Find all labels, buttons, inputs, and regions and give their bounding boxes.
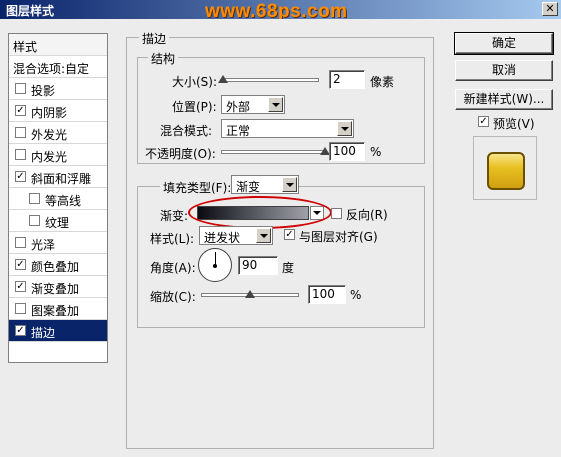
chevron-down-icon[interactable] (256, 228, 271, 243)
opacity-label: 不透明度(O): (145, 147, 216, 161)
style-item-checkbox[interactable] (15, 149, 26, 160)
style-item-checkbox[interactable]: ✓ (15, 281, 26, 292)
scale-label: 缩放(C): (150, 290, 196, 304)
position-select[interactable]: 外部 (221, 95, 285, 114)
chevron-down-icon[interactable] (337, 121, 352, 136)
fill-type-label: 填充类型(F): (160, 179, 235, 196)
opacity-input[interactable]: 100 (329, 142, 365, 161)
style-item-label: 投影 (31, 84, 56, 98)
gradient-style-select[interactable]: 迸发状 (199, 226, 273, 245)
style-item-checkbox[interactable]: ✓ (15, 325, 26, 336)
style-item-label: 描边 (31, 326, 56, 340)
size-label: 大小(S): (172, 75, 218, 89)
scale-slider-thumb[interactable] (245, 290, 255, 298)
reverse-checkbox[interactable] (331, 208, 342, 219)
new-style-button[interactable]: 新建样式(W)... (455, 89, 553, 110)
scale-input[interactable]: 100 (308, 285, 346, 304)
style-item[interactable]: ✓ 颜色叠加 (9, 254, 107, 276)
fill-type-select[interactable]: 渐变 (231, 175, 299, 194)
fill-type-value: 渐变 (236, 180, 261, 194)
style-item[interactable]: 投影 (9, 78, 107, 100)
style-item-checkbox[interactable] (15, 83, 26, 94)
style-item-label: 等高线 (45, 194, 82, 208)
angle-label: 角度(A): (150, 261, 196, 275)
size-slider[interactable] (221, 78, 319, 82)
gradient-label: 渐变: (160, 209, 189, 223)
style-item[interactable]: 纹理 (9, 210, 107, 232)
structure-title: 结构 (148, 50, 179, 67)
position-label: 位置(P): (172, 100, 217, 114)
gradient-style-value: 迸发状 (204, 231, 241, 245)
scale-unit: % (350, 288, 362, 302)
opacity-slider[interactable] (221, 150, 325, 154)
angle-center-dot (213, 264, 217, 268)
style-item[interactable]: ✓ 渐变叠加 (9, 276, 107, 298)
style-item-checkbox[interactable] (15, 303, 26, 314)
style-item[interactable]: ✓ 描边 (9, 320, 107, 342)
style-item-checkbox[interactable] (29, 215, 40, 226)
style-item-checkbox[interactable] (15, 237, 26, 248)
styles-header-label: 样式 (13, 40, 38, 54)
preview-checkbox[interactable]: ✓ (478, 116, 489, 127)
style-item-checkbox[interactable]: ✓ (15, 259, 26, 270)
highlight-ellipse (188, 196, 332, 229)
style-item-label: 内发光 (31, 150, 68, 164)
reverse-label: 反向(R) (346, 208, 388, 222)
ok-button[interactable]: 确定 (454, 32, 554, 55)
style-item-label: 外发光 (31, 128, 68, 142)
style-item[interactable]: 等高线 (9, 188, 107, 210)
style-preview (473, 136, 537, 200)
styles-header[interactable]: 样式 (9, 34, 107, 56)
size-input[interactable]: 2 (329, 70, 365, 89)
style-item-label: 光泽 (31, 238, 56, 252)
dialog-content: 样式 混合选项:自定 投影 ✓ 内阴影外发光内发光 ✓ 斜面和浮雕等高线纹理光泽 ✓ 颜色叠… (0, 19, 561, 457)
style-item-checkbox[interactable]: ✓ (15, 105, 26, 116)
style-item-checkbox[interactable] (29, 193, 40, 204)
preview-label: 预览(V) (493, 117, 535, 131)
style-label: 样式(L): (150, 232, 195, 246)
style-item[interactable]: ✓ 内阴影 (9, 100, 107, 122)
style-item-label: 内阴影 (31, 106, 68, 120)
chevron-down-icon[interactable] (282, 177, 297, 192)
style-item-label: 纹理 (45, 216, 70, 230)
align-label: 与图层对齐(G) (299, 230, 378, 244)
angle-dial[interactable] (198, 248, 232, 282)
style-item-label: 图案叠加 (31, 304, 80, 318)
chevron-down-icon[interactable] (268, 97, 283, 112)
style-item[interactable]: 光泽 (9, 232, 107, 254)
style-item-checkbox[interactable]: ✓ (15, 171, 26, 182)
blend-mode-label: 混合模式: (160, 124, 213, 138)
blend-mode-value: 正常 (226, 124, 251, 138)
align-with-layer-checkbox[interactable]: ✓ (284, 229, 295, 240)
style-item-label: 渐变叠加 (31, 282, 80, 296)
style-item-label: 斜面和浮雕 (31, 172, 92, 186)
opacity-unit: % (370, 145, 382, 159)
style-item[interactable]: ✓ 斜面和浮雕 (9, 166, 107, 188)
size-slider-thumb[interactable] (217, 75, 228, 83)
blend-options-label: 混合选项:自定 (13, 62, 90, 76)
angle-input[interactable]: 90 (238, 256, 278, 275)
preview-swatch (487, 152, 525, 190)
angle-unit: 度 (282, 261, 295, 275)
styles-panel: 样式 混合选项:自定 投影 ✓ 内阴影外发光内发光 ✓ 斜面和浮雕等高线纹理光泽 ✓ 颜色叠… (8, 33, 108, 363)
title-bar: 图层样式 www.68ps.com ✕ (0, 0, 561, 22)
style-item-checkbox[interactable] (15, 127, 26, 138)
style-item[interactable]: 外发光 (9, 122, 107, 144)
close-button[interactable]: ✕ (542, 2, 558, 16)
size-unit: 像素 (370, 75, 395, 89)
style-item-label: 颜色叠加 (31, 260, 80, 274)
style-item[interactable]: 内发光 (9, 144, 107, 166)
dialog-title: 图层样式 (6, 4, 55, 18)
blend-mode-select[interactable]: 正常 (221, 119, 354, 138)
style-item[interactable]: 图案叠加 (9, 298, 107, 320)
blend-options-item[interactable]: 混合选项:自定 (9, 56, 107, 78)
cancel-button[interactable]: 取消 (455, 60, 553, 81)
stroke-group-title: 描边 (139, 30, 170, 47)
position-value: 外部 (226, 100, 251, 114)
